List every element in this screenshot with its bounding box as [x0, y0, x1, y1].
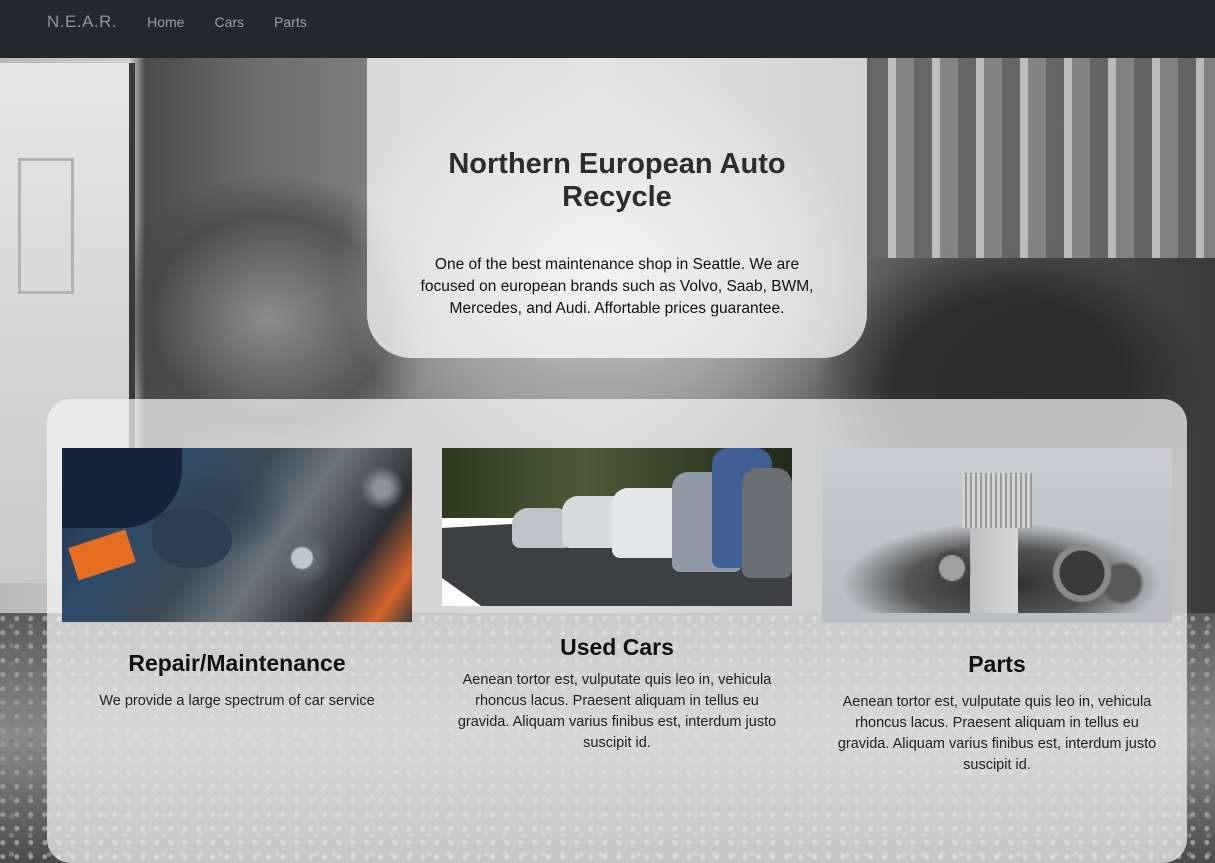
nav-link-parts[interactable]: Parts — [274, 14, 307, 30]
services-panel: Repair/Maintenance We provide a large sp… — [47, 399, 1187, 863]
engine-repair-image — [62, 448, 412, 622]
background-shelf — [870, 58, 1215, 258]
service-card-repair: Repair/Maintenance We provide a large sp… — [62, 448, 412, 712]
image-glove — [152, 508, 232, 568]
service-card-parts: Parts Aenean tortor est, vulputate quis … — [822, 448, 1172, 776]
car-parts-image — [822, 448, 1172, 622]
parked-cars-image — [442, 448, 792, 606]
hero-title: Northern European Auto Recycle — [448, 148, 786, 213]
image-orange-part — [68, 529, 136, 581]
brand-logo[interactable]: N.E.A.R. — [47, 12, 117, 32]
nav-link-cars[interactable]: Cars — [214, 14, 244, 30]
nav-link-home[interactable]: Home — [147, 14, 184, 30]
service-title-parts: Parts — [968, 651, 1026, 677]
navbar: N.E.A.R. Home Cars Parts — [0, 0, 1215, 58]
service-title-repair: Repair/Maintenance — [128, 650, 346, 676]
image-car — [742, 468, 792, 578]
service-title-used-cars: Used Cars — [560, 634, 674, 660]
service-text-repair: We provide a large spectrum of car servi… — [99, 693, 375, 709]
hero-description: One of the best maintenance shop in Seat… — [420, 256, 814, 317]
service-text-used-cars: Aenean tortor est, vulputate quis leo in… — [457, 672, 777, 751]
hero-panel: Northern European Auto Recycle One of th… — [367, 58, 867, 358]
service-card-used-cars: Used Cars Aenean tortor est, vulputate q… — [442, 448, 792, 754]
image-radiator — [962, 473, 1032, 528]
service-text-parts: Aenean tortor est, vulputate quis leo in… — [837, 694, 1157, 773]
